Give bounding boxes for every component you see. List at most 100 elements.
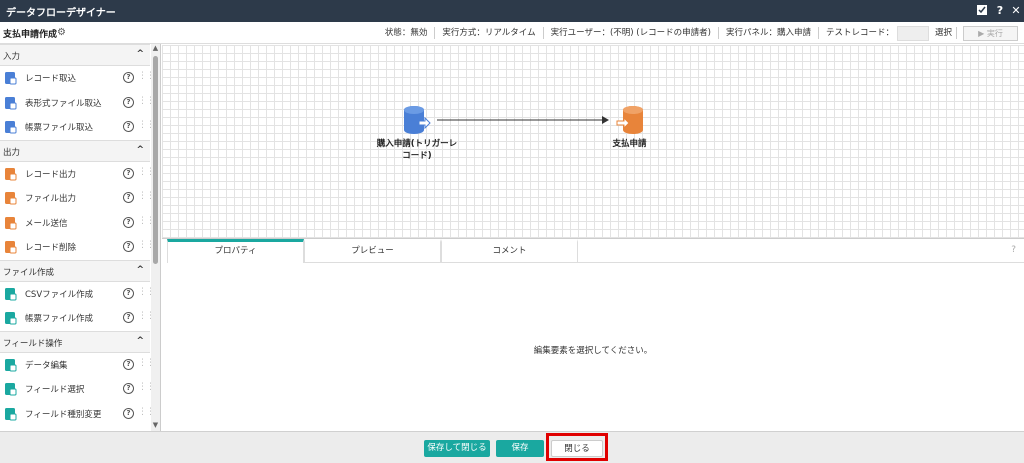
sidebar-scrollbar[interactable]: ▲ ▼ [151, 44, 160, 431]
palette-item-label: CSVファイル作成 [25, 289, 94, 300]
status-exec-user: 実行ユーザー：(不明) (レコードの申請者) [544, 27, 719, 39]
record-delete-icon [5, 241, 17, 254]
palette-item-label: 帳票ファイル作成 [25, 314, 94, 324]
tab-comment[interactable]: コメント [441, 239, 578, 263]
flow-header: 支払申請作成 ⚙ 状態：無効 実行方式：リアルタイム 実行ユーザー：(不明) (… [0, 22, 1024, 44]
test-record-input[interactable] [896, 25, 929, 41]
section-title: フィールド操作 [3, 338, 63, 349]
field-select-icon [5, 383, 17, 396]
status-bar: 状態：無効 実行方式：リアルタイム 実行ユーザー：(不明) (レコードの申請者)… [378, 22, 1024, 44]
scroll-thumb[interactable] [153, 56, 158, 264]
palette-item-label: レコード削除 [25, 243, 77, 253]
status-exec-panel: 実行パネル：購入申請 [719, 27, 819, 39]
node-palette: 入力 ^ レコード取込? ⋮⋮ 表形式ファイル取込? ⋮⋮ 帳票ファイル取込? ⋮⋮ 出力 ^ レコ… [0, 44, 161, 431]
help-icon[interactable]: ? [123, 216, 134, 228]
test-record-label: テストレコード： [825, 28, 894, 38]
minimize-icon[interactable] [975, 4, 989, 18]
palette-item[interactable]: レコード削除? ⋮⋮ [0, 235, 155, 259]
properties-panel: プロパティ プレビュー コメント ? 編集要素を選択してください。 [162, 238, 1024, 431]
help-icon[interactable]: ? [123, 358, 134, 370]
help-icon[interactable]: ? [123, 383, 134, 394]
table-file-import-icon [5, 96, 17, 109]
save-and-close-button[interactable]: 保存して閉じる [424, 440, 490, 457]
palette-item[interactable]: 表形式ファイル取込? ⋮⋮ [0, 91, 155, 115]
close-button-highlight [546, 433, 608, 461]
flow-name: 支払申請作成 [3, 30, 58, 40]
help-icon[interactable]: ? [123, 72, 134, 83]
window-title: データフローデザイナー [6, 8, 116, 19]
close-icon[interactable]: ✕ [1009, 4, 1023, 18]
help-icon[interactable]: ? [123, 192, 134, 203]
flow-node-trigger[interactable]: 購入申請(トリガーレ コード) [362, 105, 472, 162]
csv-file-icon [5, 287, 17, 300]
help-icon[interactable]: ? [123, 96, 134, 108]
form-file-create-icon [5, 312, 17, 325]
palette-item[interactable]: データ編集? ⋮⋮ [0, 353, 155, 377]
scroll-down-icon[interactable]: ▼ [151, 421, 160, 431]
panel-tabs: プロパティ プレビュー コメント [167, 239, 578, 263]
chevron-up-icon[interactable]: ^ [136, 265, 144, 275]
palette-item[interactable]: レコード取込? ⋮⋮ [0, 66, 155, 90]
help-icon[interactable]: ? [123, 287, 134, 299]
palette-item-label: フィールド種別変更 [25, 409, 102, 420]
section-title: 入力 [3, 52, 21, 62]
save-button[interactable]: 保存 [496, 440, 544, 457]
status-exec-mode: 実行方式：リアルタイム [435, 27, 544, 39]
palette-item[interactable]: メール送信? ⋮⋮ [0, 211, 155, 235]
palette-item[interactable]: フィールド種別変更? ⋮⋮ [0, 402, 155, 426]
help-icon[interactable]: ? [993, 4, 1007, 18]
help-icon[interactable]: ? [123, 407, 134, 419]
data-edit-icon [5, 358, 17, 371]
run-button[interactable]: ▶ 実行 [963, 25, 1018, 41]
section-header[interactable]: ファイル作成 ^ [0, 259, 150, 282]
palette-item-label: データ編集 [25, 360, 68, 371]
field-type-change-icon [5, 407, 17, 420]
section-title: ファイル作成 [3, 267, 55, 278]
footer-bar: 保存して閉じる 保存 閉じる [0, 431, 1024, 463]
tab-properties[interactable]: プロパティ [167, 239, 304, 263]
file-output-icon [5, 192, 17, 205]
flow-canvas[interactable]: 購入申請(トリガーレ コード) 支払申請 [162, 45, 1024, 238]
palette-item-label: ファイル出力 [25, 194, 77, 204]
section-title: 出力 [3, 147, 21, 158]
chevron-up-icon[interactable]: ^ [136, 49, 144, 59]
help-icon[interactable]: ? [123, 167, 134, 179]
status-state: 状態：無効 [378, 27, 436, 39]
palette-item[interactable]: レコード出力? ⋮⋮ [0, 162, 155, 186]
chevron-up-icon[interactable]: ^ [136, 336, 144, 346]
node-label: 支払申請 [612, 139, 647, 149]
help-icon[interactable]: ? [123, 312, 134, 323]
palette-item-label: 帳票ファイル取込 [25, 123, 94, 133]
flow-node-output[interactable]: 支払申請 [602, 105, 657, 150]
palette-item-label: フィールド選択 [25, 385, 85, 395]
help-icon[interactable]: ? [123, 241, 134, 252]
section-header[interactable]: 入力 ^ [0, 44, 150, 66]
palette-item[interactable]: CSVファイル作成? ⋮⋮ [0, 282, 155, 306]
palette-item[interactable]: フィールド選択? ⋮⋮ [0, 377, 155, 401]
flow-connector [437, 116, 609, 124]
title-bar: データフローデザイナー ? ✕ [0, 0, 1024, 22]
gear-icon[interactable]: ⚙ [57, 27, 66, 38]
palette-item[interactable]: 帳票ファイル作成? ⋮⋮ [0, 306, 155, 330]
section-header[interactable]: フィールド操作 ^ [0, 330, 150, 353]
tab-preview[interactable]: プレビュー [304, 239, 441, 263]
database-input-icon [404, 106, 431, 134]
select-button[interactable]: 選択 [931, 27, 957, 39]
chevron-up-icon[interactable]: ^ [136, 145, 144, 155]
record-output-icon [5, 167, 17, 180]
palette-item-label: メール送信 [25, 218, 68, 229]
palette-item[interactable]: 帳票ファイル取込? ⋮⋮ [0, 115, 155, 139]
panel-help-icon[interactable]: ? [1011, 245, 1016, 255]
scroll-up-icon[interactable]: ▲ [151, 44, 160, 54]
section-header[interactable]: 出力 ^ [0, 139, 150, 162]
palette-item-label: レコード取込 [25, 74, 77, 84]
palette-item-label: 表形式ファイル取込 [25, 98, 102, 109]
record-import-icon [5, 72, 17, 85]
node-label: コード) [402, 151, 432, 161]
database-output-icon [616, 106, 643, 134]
help-icon[interactable]: ? [123, 121, 134, 132]
mail-send-icon [5, 216, 17, 229]
tab-divider [578, 262, 1024, 263]
palette-item[interactable]: ファイル出力? ⋮⋮ [0, 186, 155, 210]
node-label: 購入申請(トリガーレ [376, 139, 458, 149]
